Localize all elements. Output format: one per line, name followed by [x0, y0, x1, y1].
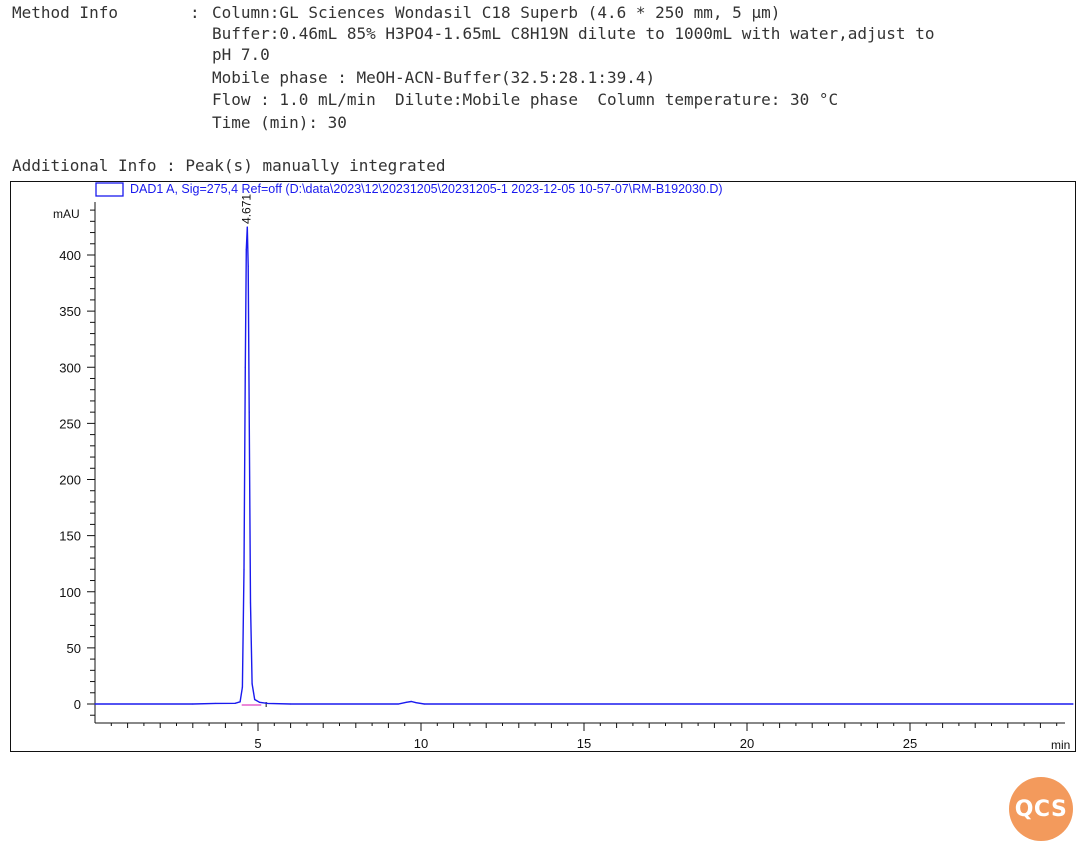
trace-point — [192, 703, 194, 705]
trace-point — [234, 702, 236, 704]
method-column: Column:GL Sciences Wondasil C18 Superb (… — [212, 3, 781, 22]
chromatogram-frame: DAD1 A, Sig=275,4 Ref=off (D:\data\2023\… — [10, 181, 1076, 752]
chromatogram-trace — [95, 226, 1073, 705]
x-tick-label: 15 — [577, 736, 591, 751]
trace-point — [254, 698, 256, 701]
additional-info: Additional Info : Peak(s) manually integ… — [12, 156, 446, 175]
method-info-separator: : — [190, 3, 200, 22]
trace-point — [215, 702, 217, 705]
y-tick-label: 400 — [59, 248, 81, 263]
trace-point — [244, 366, 246, 368]
trace-point — [249, 602, 252, 604]
qcs-logo: QCS — [1009, 777, 1073, 841]
trace-point — [243, 568, 245, 570]
y-axis-label: mAU — [53, 207, 80, 221]
method-info-label: Method Info — [12, 3, 118, 22]
trace-point — [94, 703, 96, 705]
trace-point — [1072, 703, 1074, 705]
trace-point — [259, 701, 261, 703]
method-flow: Flow : 1.0 mL/min Dilute:Mobile phase Co… — [212, 90, 839, 109]
trace-point — [415, 702, 417, 704]
x-tick-label: 25 — [903, 736, 917, 751]
method-buffer-line2: pH 7.0 — [212, 45, 270, 64]
chromatogram-chart: DAD1 A, Sig=275,4 Ref=off (D:\data\2023\… — [53, 182, 1074, 751]
trace-point — [246, 226, 248, 228]
y-tick-label: 150 — [59, 529, 81, 544]
y-tick-label: 0 — [74, 697, 81, 712]
trace-point — [397, 703, 399, 705]
x-axis-label: min — [1051, 738, 1070, 751]
x-tick-label: 20 — [740, 736, 754, 751]
method-buffer-line1: Buffer:0.46mL 85% H3PO4-1.65mL C8H19N di… — [212, 24, 935, 43]
y-tick-label: 200 — [59, 473, 81, 488]
y-tick-label: 250 — [59, 416, 81, 431]
trace-point — [241, 686, 243, 688]
trace-point — [267, 702, 269, 705]
x-tick-label: 5 — [254, 736, 261, 751]
trace-point — [245, 248, 247, 250]
legend-swatch — [95, 182, 124, 197]
peak-label: 4.671 — [239, 194, 253, 224]
legend-label: DAD1 A, Sig=275,4 Ref=off (D:\data\2023\… — [130, 182, 723, 196]
y-tick-label: 300 — [59, 360, 81, 375]
method-time: Time (min): 30 — [212, 113, 347, 132]
trace-point — [290, 703, 292, 705]
trace-point — [251, 683, 253, 685]
y-tick-label: 350 — [59, 304, 81, 319]
trace-point — [247, 265, 249, 267]
trace-point — [405, 701, 407, 703]
trace-point — [423, 703, 425, 705]
y-tick-label: 100 — [59, 585, 81, 600]
trace-point — [248, 411, 250, 413]
x-tick-label: 10 — [414, 736, 428, 751]
method-mobile-phase: Mobile phase : MeOH-ACN-Buffer(32.5:28.1… — [212, 68, 656, 87]
trace-point — [239, 701, 241, 703]
trace-point — [410, 700, 412, 703]
y-tick-label: 50 — [67, 641, 81, 656]
